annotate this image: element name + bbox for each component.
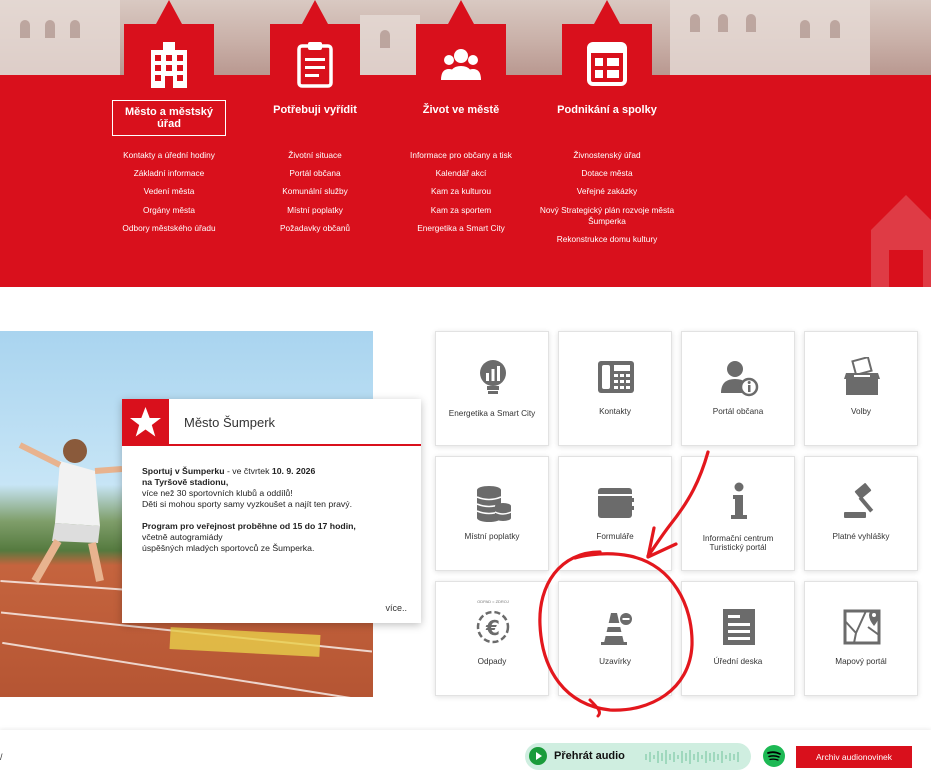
news-star-badge: [122, 399, 169, 446]
page-root: { "colors": { "brand_red": "#d9101c", "i…: [0, 0, 931, 780]
tile-label: Odpady: [477, 657, 507, 666]
menu-link[interactable]: Rekonstrukce domu kultury: [532, 234, 682, 245]
tile-platne-vyhlasky[interactable]: Platné vyhlášky: [804, 456, 918, 571]
menu-link[interactable]: Živnostenský úřad: [532, 150, 682, 161]
tile-portal-obcana[interactable]: Portál občana: [681, 331, 795, 446]
tile-mistni-poplatky[interactable]: Místní poplatky: [435, 456, 549, 571]
info-icon: [731, 482, 747, 519]
traffic-cone-icon: [601, 613, 632, 645]
menu-link[interactable]: Požadavky občanů: [240, 223, 390, 234]
menu-tab-potrebuji[interactable]: Potřebuji vyřídit: [256, 0, 374, 136]
odpady-badge-text: ODPAD = ZDROJ: [477, 599, 509, 604]
menu-link[interactable]: Základní informace: [94, 168, 244, 179]
menu-link[interactable]: Veřejné zakázky: [532, 186, 682, 197]
menu-column-mesto: Město a městský úřad Kontakty a úřední h…: [94, 0, 244, 241]
news-card-title: Město Šumperk: [184, 415, 276, 430]
tile-kontakty[interactable]: Kontakty: [558, 331, 672, 446]
play-audio-button[interactable]: Přehrát audio: [525, 743, 751, 770]
menu-tab-zivot[interactable]: Život ve městě: [402, 0, 520, 136]
tile-label: Volby: [850, 407, 872, 416]
news-more-link[interactable]: více..: [385, 603, 407, 613]
news-card[interactable]: Město Šumperk Sportuj v Šumperku - ve čt…: [122, 399, 421, 623]
menu-link[interactable]: Kam za sportem: [386, 205, 536, 216]
tile-label: Informační centrum Turistický portál: [702, 534, 774, 552]
binder-icon: [598, 488, 634, 518]
tile-label: Uzavírky: [599, 657, 631, 666]
tile-mapovy-portal[interactable]: Mapový portál: [804, 581, 918, 696]
calendar-grid-icon: [587, 42, 627, 86]
clipboard-icon: [297, 42, 333, 88]
waveform-icon: [645, 750, 739, 764]
tile-label: Formuláře: [596, 532, 634, 541]
menu-tab-podnikani[interactable]: Podnikání a spolky: [548, 0, 666, 136]
star-icon: [130, 407, 161, 437]
audio-bar: [0, 730, 931, 780]
menu-link[interactable]: Energetika a Smart City: [386, 223, 536, 234]
tile-energetika[interactable]: Energetika a Smart City: [435, 331, 549, 446]
tile-label: Energetika a Smart City: [448, 409, 536, 418]
office-phone-icon: [598, 361, 634, 393]
menu-link[interactable]: Kontakty a úřední hodiny: [94, 150, 244, 161]
menu-tab-label: Město a městský úřad: [112, 100, 226, 136]
tile-informacni-centrum[interactable]: Informační centrum Turistický portál: [681, 456, 795, 571]
coin-stack-icon: [476, 486, 512, 522]
menu-column-zivot: Život ve městě Informace pro občany a ti…: [386, 0, 536, 241]
ballot-box-icon: [844, 357, 880, 395]
map-icon: [843, 609, 881, 645]
tile-label: Mapový portál: [835, 657, 887, 666]
tile-label: Portál občana: [712, 407, 764, 416]
tile-odpady[interactable]: € ODPAD = ZDROJ Odpady: [435, 581, 549, 696]
notice-board-icon: [723, 609, 755, 645]
menu-link[interactable]: Vedení města: [94, 186, 244, 197]
svg-text:€: €: [485, 616, 500, 640]
news-card-body: Sportuj v Šumperku - ve čtvrtek 10. 9. 2…: [142, 466, 356, 553]
menu-column-potrebuji: Potřebuji vyřídit Životní situace Portál…: [240, 0, 390, 241]
tile-label: Úřední deska: [713, 657, 763, 666]
menu-link[interactable]: Odbory městského úřadu: [94, 223, 244, 234]
tile-volby[interactable]: Volby: [804, 331, 918, 446]
menu-tab-mesto[interactable]: Město a městský úřad: [110, 0, 228, 136]
menu-link[interactable]: Nový Strategický plán rozvoje města Šump…: [532, 205, 682, 227]
user-info-icon: [721, 361, 759, 397]
tile-label: Platné vyhlášky: [832, 532, 890, 541]
town-hall-icon: [151, 42, 187, 88]
tile-uzavirky[interactable]: Uzavírky: [558, 581, 672, 696]
play-audio-label: Přehrát audio: [554, 750, 625, 762]
tile-uredni-deska[interactable]: Úřední deska: [681, 581, 795, 696]
menu-link[interactable]: Kam za kulturou: [386, 186, 536, 197]
menu-link[interactable]: Informace pro občany a tisk: [386, 150, 536, 161]
menu-tab-label: Život ve městě: [422, 104, 500, 116]
menu-link[interactable]: Portál občana: [240, 168, 390, 179]
menu-link[interactable]: Orgány města: [94, 205, 244, 216]
menu-link[interactable]: Životní situace: [240, 150, 390, 161]
menu-link[interactable]: Dotace města: [532, 168, 682, 179]
gavel-icon: [844, 483, 874, 518]
spotify-icon[interactable]: [763, 745, 785, 767]
lightbulb-chart-icon: [480, 360, 506, 394]
menu-tab-label: Potřebuji vyřídit: [273, 104, 357, 116]
euro-recycle-icon: €: [476, 610, 510, 644]
play-icon: [529, 747, 547, 765]
audio-archive-button[interactable]: Archiv audionovinek: [796, 746, 912, 768]
menu-column-podnikani: Podnikání a spolky Živnostenský úřad Dot…: [532, 0, 682, 252]
people-icon: [441, 49, 481, 80]
menu-link[interactable]: Místní poplatky: [240, 205, 390, 216]
menu-link[interactable]: Komunální služby: [240, 186, 390, 197]
menu-tab-label: Podnikání a spolky: [557, 104, 657, 116]
menu-link[interactable]: Kalendář akcí: [386, 168, 536, 179]
tile-formulare[interactable]: Formuláře: [558, 456, 672, 571]
tile-label: Kontakty: [599, 407, 631, 416]
tile-label: Místní poplatky: [464, 532, 520, 541]
